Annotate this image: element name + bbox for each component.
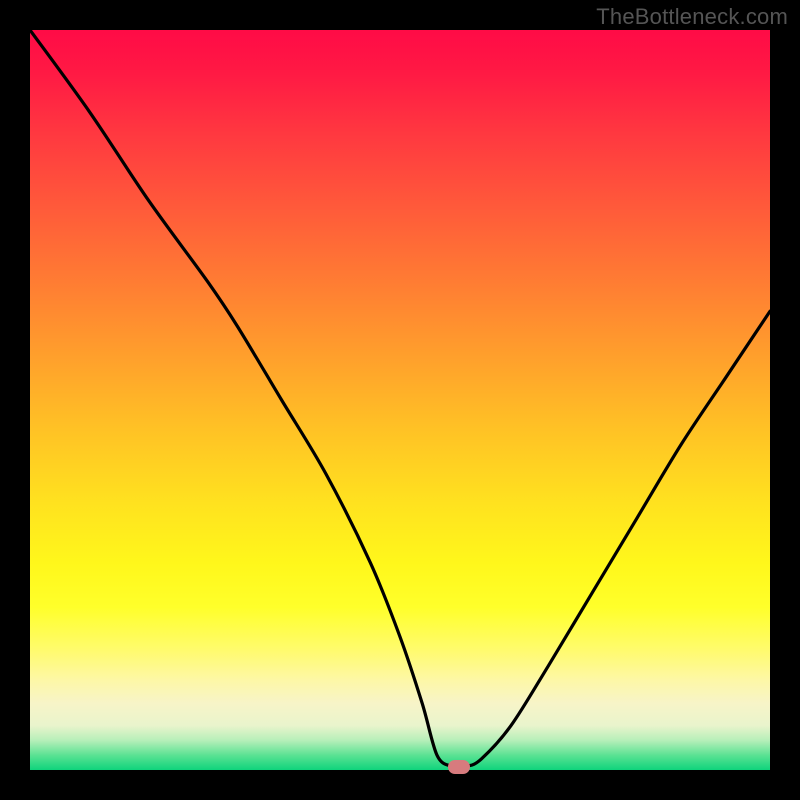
chart-frame: TheBottleneck.com: [0, 0, 800, 800]
bottleneck-curve: [30, 30, 770, 770]
plot-area: [30, 30, 770, 770]
curve-path: [30, 30, 770, 767]
watermark-text: TheBottleneck.com: [596, 4, 788, 30]
optimum-marker: [448, 760, 470, 774]
